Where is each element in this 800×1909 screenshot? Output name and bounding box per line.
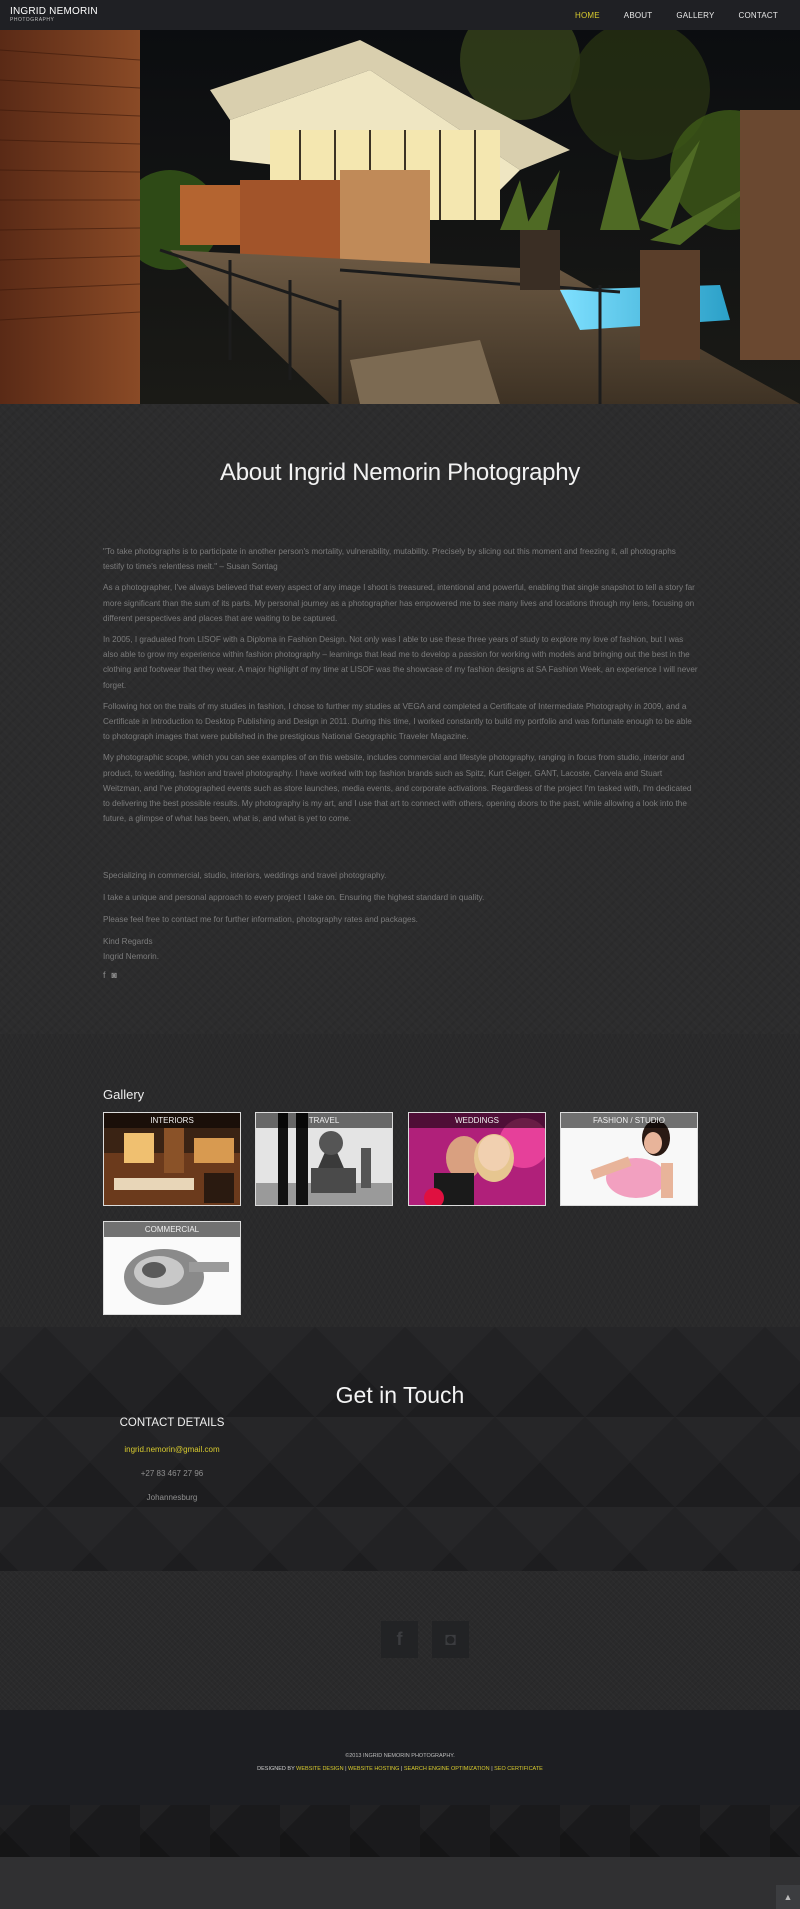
bottom-pattern <box>0 1805 800 1857</box>
brand-subtitle: PHOTOGRAPHY <box>10 17 55 23</box>
facebook-button[interactable]: f <box>381 1621 418 1658</box>
signature-name: Ingrid Nemorin. <box>103 952 159 961</box>
contact-email-link[interactable]: ingrid.nemorin@gmail.com <box>100 1445 244 1454</box>
about-specialties: Specializing in commercial, studio, inte… <box>103 868 698 964</box>
brand-logo[interactable]: INGRID NEMORIN PHOTOGRAPHY <box>10 7 98 23</box>
footer-separator: | <box>345 1766 347 1772</box>
nav-about[interactable]: ABOUT <box>612 11 665 20</box>
gallery-title: Gallery <box>103 1087 145 1102</box>
gallery-section: Gallery INTERIORS TRAVEL WEDDINGS FASHIO… <box>0 1034 800 1327</box>
contact-section: Get in Touch CONTACT DETAILS ingrid.nemo… <box>0 1327 800 1571</box>
website-hosting-link[interactable]: WEBSITE HOSTING <box>348 1766 399 1772</box>
bottom-band: ▲ <box>0 1805 800 1909</box>
gallery-tile-interiors[interactable]: INTERIORS <box>103 1112 241 1206</box>
designed-by-label: DESIGNED BY <box>257 1766 295 1772</box>
footer-credits: DESIGNED BY WEBSITE DESIGN | WEBSITE HOS… <box>0 1766 800 1772</box>
instagram-button[interactable]: ◘ <box>432 1621 469 1658</box>
contact-title: Get in Touch <box>335 1382 465 1408</box>
tile-label: WEDDINGS <box>409 1113 545 1128</box>
approach-line: I take a unique and personal approach to… <box>103 893 485 902</box>
main-menu: HOME ABOUT GALLERY CONTACT <box>563 11 790 20</box>
facebook-icon: f <box>396 1629 403 1649</box>
tile-label: FASHION / STUDIO <box>561 1113 697 1128</box>
instagram-icon[interactable]: ◙ <box>112 970 117 980</box>
nav-home[interactable]: HOME <box>563 11 612 20</box>
tile-label: COMMERCIAL <box>104 1222 240 1237</box>
gallery-tile-weddings[interactable]: WEDDINGS <box>408 1112 546 1206</box>
seo-certificate-link[interactable]: SEO CERTIFICATE <box>494 1766 543 1772</box>
about-social-links: f ◙ <box>103 970 117 980</box>
top-nav: INGRID NEMORIN PHOTOGRAPHY HOME ABOUT GA… <box>0 0 800 30</box>
brand-name: INGRID NEMORIN <box>10 6 98 17</box>
tile-label: TRAVEL <box>256 1113 392 1128</box>
scroll-to-top-button[interactable]: ▲ <box>776 1885 800 1909</box>
about-paragraph: As a photographer, I've always believed … <box>103 583 695 623</box>
website-design-link[interactable]: WEBSITE DESIGN <box>296 1766 343 1772</box>
seo-link[interactable]: SEARCH ENGINE OPTIMIZATION <box>404 1766 490 1772</box>
facebook-icon[interactable]: f <box>103 970 106 980</box>
footer-separator: | <box>491 1766 493 1772</box>
contact-heading: CONTACT DETAILS <box>119 1417 225 1429</box>
specialties-line: Specializing in commercial, studio, inte… <box>103 871 387 880</box>
contact-invite-line: Please feel free to contact me for furth… <box>103 915 418 924</box>
nav-contact[interactable]: CONTACT <box>727 11 790 20</box>
signature-greeting: Kind Regards <box>103 937 153 946</box>
instagram-icon: ◘ <box>445 1629 456 1649</box>
about-title: About Ingrid Nemorin Photography <box>220 459 580 486</box>
about-paragraph: "To take photographs is to participate i… <box>103 547 676 572</box>
gallery-tile-travel[interactable]: TRAVEL <box>255 1112 393 1206</box>
tile-label: INTERIORS <box>104 1113 240 1128</box>
about-paragraph: Following hot on the trails of my studie… <box>103 701 692 742</box>
contact-phone: +27 83 467 27 96 <box>140 1469 204 1478</box>
footer: ©2013 INGRID NEMORIN PHOTOGRAPHY. DESIGN… <box>0 1710 800 1805</box>
chevron-up-icon: ▲ <box>783 1892 793 1902</box>
about-section: About Ingrid Nemorin Photography "To tak… <box>0 404 800 1034</box>
about-body: "To take photographs is to participate i… <box>103 544 698 832</box>
contact-details: CONTACT DETAILS ingrid.nemorin@gmail.com… <box>100 1417 244 1517</box>
gallery-tile-commercial[interactable]: COMMERCIAL <box>103 1221 241 1315</box>
hero-house-photo <box>0 30 800 404</box>
about-paragraph: My photographic scope, which you can see… <box>103 753 692 824</box>
footer-separator: | <box>400 1766 403 1772</box>
gallery-tile-fashion-studio[interactable]: FASHION / STUDIO <box>560 1112 698 1206</box>
hero-image <box>0 30 800 404</box>
copyright-text: ©2013 INGRID NEMORIN PHOTOGRAPHY. <box>345 1753 455 1759</box>
social-band: f ◘ <box>0 1571 800 1710</box>
contact-city: Johannesburg <box>146 1493 198 1502</box>
nav-gallery[interactable]: GALLERY <box>664 11 726 20</box>
about-paragraph: In 2005, I graduated from LISOF with a D… <box>103 635 698 690</box>
